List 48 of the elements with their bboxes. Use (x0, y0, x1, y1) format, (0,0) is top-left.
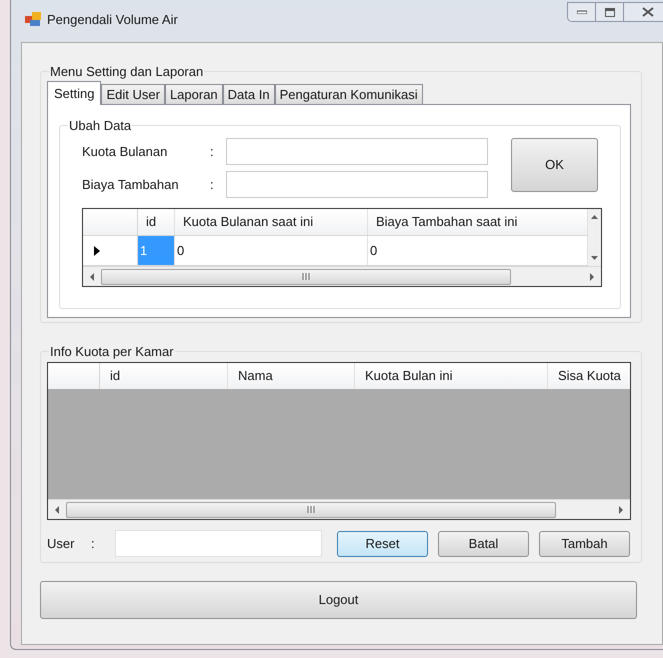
colon: : (210, 142, 215, 161)
scroll-thumb[interactable] (101, 268, 511, 284)
tab[interactable]: Edit User (101, 84, 165, 104)
close-button[interactable] (624, 3, 663, 21)
minimize-icon (576, 10, 586, 14)
column-header[interactable]: id (100, 363, 228, 389)
column-header[interactable]: id (138, 209, 175, 235)
horizontal-scrollbar[interactable] (48, 499, 630, 519)
button[interactable]: OK (511, 138, 598, 192)
horizontal-scrollbar[interactable] (83, 266, 601, 286)
window-title: Pengendali Volume Air (47, 11, 178, 29)
minimize-button[interactable] (568, 3, 596, 21)
field-label: Biaya Tambahan (82, 176, 180, 194)
input-field[interactable] (226, 138, 488, 165)
scroll-down-icon[interactable] (591, 256, 598, 260)
table-cell: 0 (175, 236, 368, 265)
tab[interactable]: Pengaturan Komunikasi (274, 84, 423, 104)
column-header[interactable]: Kuota Bulanan saat ini (175, 209, 368, 235)
colon: : (210, 176, 215, 194)
tab[interactable]: Setting (47, 81, 102, 105)
scroll-right-icon[interactable] (618, 506, 624, 514)
scroll-up-icon[interactable] (591, 215, 598, 219)
maximize-icon (604, 8, 614, 16)
column-header[interactable]: Kuota Bulan ini (355, 363, 548, 389)
app-icon (25, 12, 41, 26)
maximize-button[interactable] (596, 3, 624, 21)
input-field[interactable] (115, 530, 322, 557)
colon: : (91, 534, 96, 553)
grip-icon (307, 506, 315, 513)
grip-icon (302, 273, 310, 280)
tab[interactable]: Data In (222, 84, 275, 104)
field-label: User (47, 534, 76, 553)
scroll-left-icon[interactable] (89, 272, 95, 280)
button[interactable]: Tambah (539, 530, 630, 556)
scroll-thumb[interactable] (66, 502, 556, 518)
button[interactable]: Reset (337, 530, 428, 556)
button[interactable]: Logout (40, 581, 637, 619)
tab[interactable]: Laporan (164, 84, 223, 104)
field-label: Kuota Bulanan (82, 142, 168, 161)
table-cell: 1 (138, 236, 175, 265)
scroll-left-icon[interactable] (54, 506, 60, 514)
column-header[interactable]: Sisa Kuota (548, 363, 630, 389)
scroll-right-icon[interactable] (589, 272, 595, 280)
column-header[interactable]: Nama (228, 363, 355, 389)
button[interactable]: Batal (438, 530, 529, 556)
vertical-scrollbar[interactable] (588, 209, 601, 266)
close-icon (642, 7, 654, 17)
input-field[interactable] (226, 171, 488, 198)
